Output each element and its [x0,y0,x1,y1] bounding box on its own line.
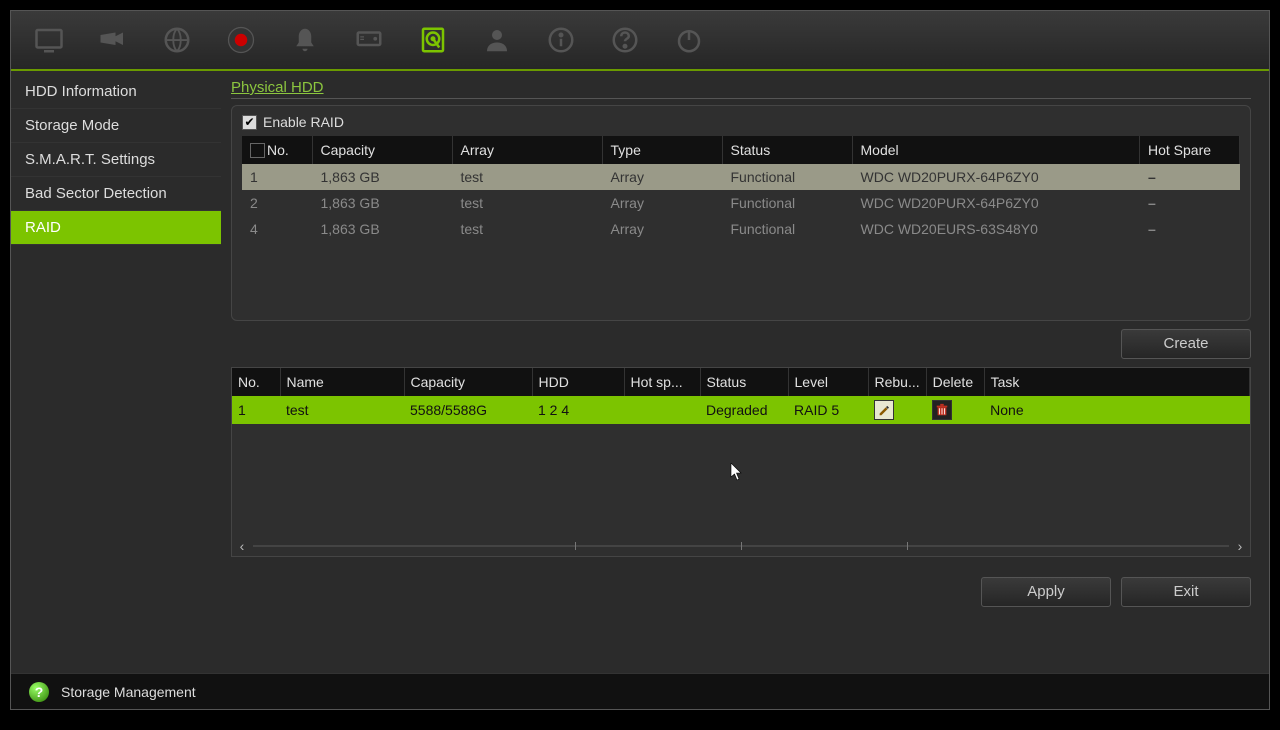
exit-button[interactable]: Exit [1121,577,1251,607]
help-status-icon: ? [29,682,49,702]
hdd-icon[interactable] [415,22,451,58]
sidebar-item-storage-mode[interactable]: Storage Mode [11,109,221,143]
apply-button[interactable]: Apply [981,577,1111,607]
sidebar-item-smart[interactable]: S.M.A.R.T. Settings [11,143,221,177]
power-icon[interactable] [671,22,707,58]
sidebar-item-raid[interactable]: RAID [11,211,221,245]
enable-raid-checkbox[interactable]: ✔ [242,115,257,130]
delete-icon[interactable] [932,400,952,420]
create-button[interactable]: Create [1121,329,1251,359]
user-icon[interactable] [479,22,515,58]
hdd-table: No. Capacity Array Type Status Model Hot… [242,136,1240,242]
horizontal-scrollbar[interactable]: ‹ › [235,538,1247,554]
page-title: Physical HDD [231,79,1251,99]
sidebar: HDD Information Storage Mode S.M.A.R.T. … [11,71,221,673]
device-icon[interactable] [351,22,387,58]
scroll-right-icon[interactable]: › [1233,539,1247,553]
status-title: Storage Management [61,684,196,700]
array-table: No. Name Capacity HDD Hot sp... Status L… [232,368,1250,424]
enable-raid-label: Enable RAID [263,114,344,130]
network-icon[interactable] [159,22,195,58]
alarm-icon[interactable] [287,22,323,58]
info-icon[interactable] [543,22,579,58]
physical-hdd-panel: ✔ Enable RAID No. Capacity Array Type St… [231,105,1251,321]
help-icon[interactable] [607,22,643,58]
top-toolbar [11,11,1269,71]
select-all-checkbox[interactable] [250,143,265,158]
live-view-icon[interactable] [31,22,67,58]
record-icon[interactable] [223,22,259,58]
status-bar: ? Storage Management [11,673,1269,709]
array-panel: No. Name Capacity HDD Hot sp... Status L… [231,367,1251,557]
table-row[interactable]: 1test5588/5588G1 2 4DegradedRAID 5None [232,396,1250,424]
table-row[interactable]: 21,863 GBtestArrayFunctionalWDC WD20PURX… [242,190,1240,216]
scroll-left-icon[interactable]: ‹ [235,539,249,553]
sidebar-item-hdd-info[interactable]: HDD Information [11,75,221,109]
sidebar-item-bad-sector[interactable]: Bad Sector Detection [11,177,221,211]
table-row[interactable]: 41,863 GBtestArrayFunctionalWDC WD20EURS… [242,216,1240,242]
rebuild-icon[interactable] [874,400,894,420]
camera-icon[interactable] [95,22,131,58]
table-row[interactable]: 11,863 GBtestArrayFunctionalWDC WD20PURX… [242,164,1240,190]
